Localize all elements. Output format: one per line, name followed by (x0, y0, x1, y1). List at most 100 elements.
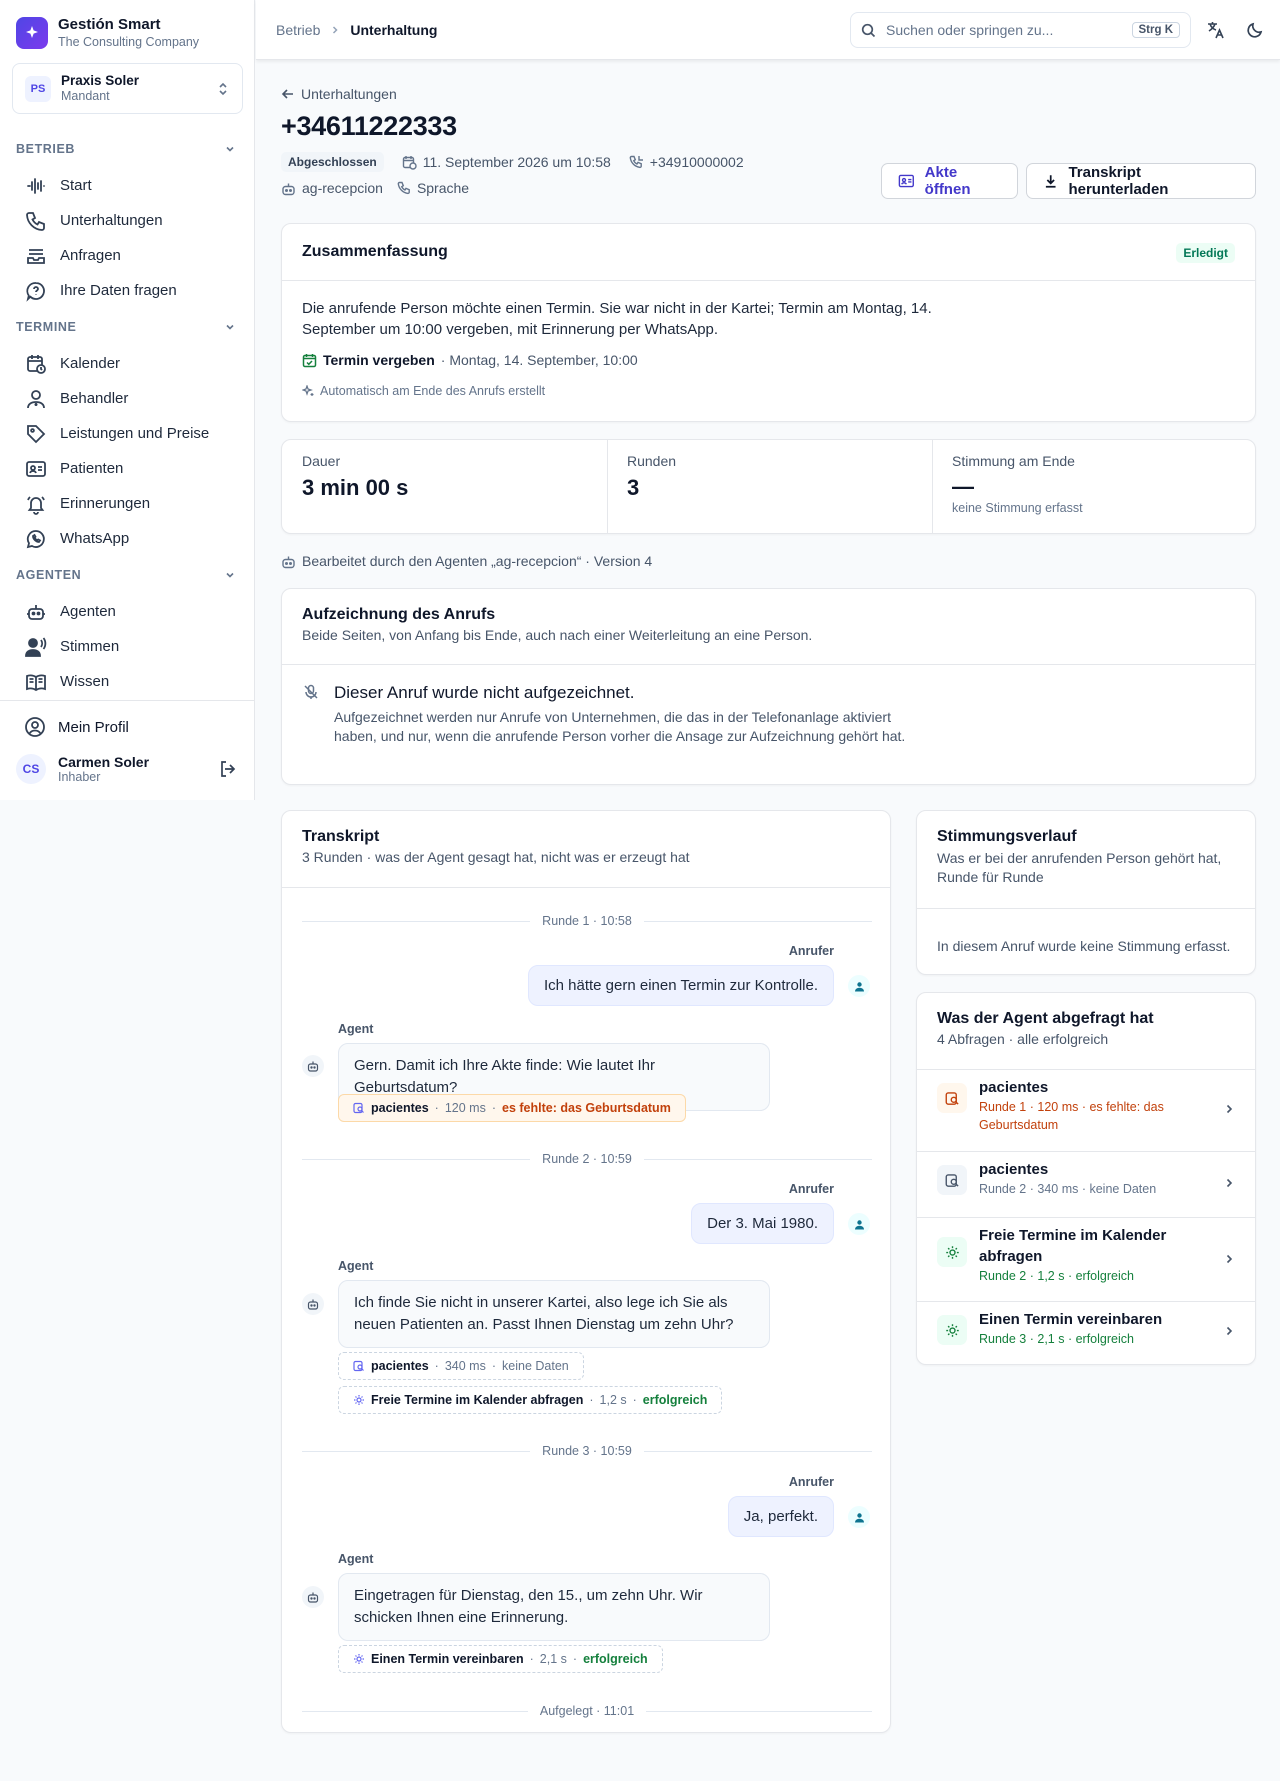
stats-card: Dauer 3 min 00 s Runden 3 Stimmung am En… (281, 439, 1256, 534)
stat-rounds: Runden 3 (627, 453, 676, 501)
search-input[interactable]: Suchen oder springen zu... Strg K (850, 12, 1191, 48)
breadcrumb-parent[interactable]: Betrieb (276, 22, 320, 38)
chevron-down-icon (226, 146, 234, 152)
agent-message: Eingetragen für Dienstag, den 15., um ze… (338, 1573, 770, 1641)
divider (917, 1301, 1255, 1302)
search-placeholder: Suchen oder springen zu... (886, 22, 1054, 38)
breadcrumb: Betrieb Unterhaltung (276, 22, 437, 38)
sidebar-item-label: Ihre Daten fragen (60, 282, 177, 299)
stat-label: Runden (627, 453, 677, 469)
recording-title: Aufzeichnung des Anrufs (302, 606, 496, 623)
recording-message: Dieser Anruf wurde nicht aufgezeichnet. (334, 683, 635, 702)
divider (282, 887, 890, 888)
sparkle-icon (302, 385, 314, 396)
tool-call-chip[interactable]: pacientes · 340 ms · keine Daten (338, 1352, 584, 1380)
tool-call-chip[interactable]: Einen Termin vereinbaren · 2,1 s · erfolgr… (338, 1645, 663, 1673)
sidebar-item-agenten[interactable]: Agenten (0, 594, 254, 629)
call-end-label: Aufgelegt · 11:01 (539, 1704, 635, 1718)
nav-section-label: BETRIEB (16, 142, 76, 156)
database-search-icon (937, 1083, 967, 1113)
query-item[interactable]: pacientes Runde 1 · 120 ms · es fehlte: … (917, 1077, 1255, 1157)
nav-section-agenten[interactable]: AGENTEN (0, 556, 254, 594)
summary-outcome: Termin vergeben · Montag, 14. September,… (302, 352, 638, 368)
queries-card: Was der Agent abgefragt hat 4 Abfragen ·… (916, 992, 1256, 1365)
nav-section-termine[interactable]: TERMINE (0, 308, 254, 346)
channel-label: Sprache (416, 180, 470, 196)
tool-time: 120 ms (444, 1101, 486, 1115)
id-card-icon (24, 457, 48, 481)
robot-icon (282, 183, 295, 195)
caller-avatar-icon (848, 975, 870, 997)
sidebar-item-wissen[interactable]: Wissen (0, 664, 254, 699)
phone-icon (24, 209, 48, 233)
download-transcript-button[interactable]: Transkript herunterladen (1026, 163, 1256, 199)
mood-subtitle: Was er bei der anrufenden Person gehört … (937, 850, 1222, 885)
recording-card: Aufzeichnung des Anrufs Beide Seiten, vo… (281, 588, 1256, 785)
sidebar-item-behandler[interactable]: Behandler (0, 381, 254, 416)
logout-icon[interactable] (218, 759, 238, 779)
chevron-down-icon (226, 324, 234, 330)
sidebar-item-whatsapp[interactable]: WhatsApp (0, 521, 254, 556)
bell-ringing-icon (24, 492, 48, 516)
transcript-card: Transkript 3 Runden · was der Agent gesa… (281, 810, 891, 1733)
transcript-subtitle: 3 Runden · was der Agent gesagt hat, nic… (302, 849, 690, 865)
user-role: Inhaber (58, 769, 101, 784)
sidebar-item-label: Start (60, 177, 92, 194)
sidebar-item-label: Patienten (60, 460, 124, 477)
chevron-right-icon (1226, 1326, 1233, 1336)
sidebar-item-stimmen[interactable]: Stimmen (0, 629, 254, 664)
page-title: +34611222333 (281, 111, 457, 141)
call-datetime: 11. September 2026 um 10:58 (422, 154, 611, 170)
chevron-right-icon (333, 25, 338, 34)
agent-avatar-icon (302, 1055, 324, 1077)
agent-label: Agent (338, 1259, 374, 1273)
sidebar-item-erinnerungen[interactable]: Erinnerungen (0, 486, 254, 521)
my-profile-link[interactable]: Mein Profil (0, 705, 254, 749)
tool-status: keine Daten (502, 1359, 569, 1373)
tool-call-chip[interactable]: pacientes · 120 ms · es fehlte: das Geburt… (338, 1094, 686, 1122)
stat-note: keine Stimmung erfasst (952, 501, 1083, 515)
sidebar-item-anfragen[interactable]: Anfragen (0, 238, 254, 273)
back-link[interactable]: Unterhaltungen (281, 86, 397, 102)
query-item[interactable]: Freie Termine im Kalender abfragen Runde… (917, 1225, 1255, 1301)
summary-card: Zusammenfassung Erledigt Die anrufende P… (281, 223, 1256, 422)
tenant-switcher[interactable]: PS Praxis Soler Mandant (12, 63, 243, 114)
sidebar-item-patienten[interactable]: Patienten (0, 451, 254, 486)
transcript-title: Transkript (302, 828, 380, 845)
caller-message: Der 3. Mai 1980. (691, 1203, 834, 1244)
sidebar-item-start[interactable]: Start (0, 168, 254, 203)
nav-section-label: TERMINE (16, 320, 77, 334)
sidebar-item-unterhaltungen[interactable]: Unterhaltungen (0, 203, 254, 238)
stat-mood: Stimmung am Ende — keine Stimmung erfass… (952, 453, 1083, 515)
whatsapp-icon (24, 527, 48, 551)
brand[interactable]: Gestión Smart The Consulting Company (0, 0, 254, 50)
robot-icon (24, 600, 48, 624)
translate-icon[interactable] (1204, 18, 1228, 42)
sidebar-item-label: Erinnerungen (60, 495, 151, 512)
chevron-up-down-icon (216, 81, 230, 97)
brand-subtitle: The Consulting Company (58, 35, 200, 49)
dark-mode-moon-icon[interactable] (1243, 18, 1267, 42)
phone-incoming-icon (629, 155, 643, 168)
open-file-button[interactable]: Akte öffnen (881, 163, 1018, 199)
tenant-avatar: PS (25, 75, 51, 102)
tenant-role: Mandant (61, 89, 110, 103)
sidebar: Gestión Smart The Consulting Company PS … (0, 0, 255, 800)
sidebar-item-daten-fragen[interactable]: Ihre Daten fragen (0, 273, 254, 308)
round-label: Runde 1 · 10:58 (542, 914, 632, 928)
tool-call-chip[interactable]: Freie Termine im Kalender abfragen · 1,2 … (338, 1386, 723, 1414)
question-bubble-icon (24, 279, 48, 303)
sidebar-item-label: Wissen (60, 673, 110, 690)
doctor-icon (24, 387, 48, 411)
topbar: Betrieb Unterhaltung Suchen oder springe… (256, 0, 1280, 60)
stat-value: — (952, 474, 974, 499)
sidebar-item-kalender[interactable]: Kalender (0, 346, 254, 381)
sidebar-item-leistungen[interactable]: Leistungen und Preise (0, 416, 254, 451)
query-item[interactable]: Einen Termin vereinbaren Runde 3 · 2,1 s… (917, 1309, 1255, 1365)
sidebar-item-label: WhatsApp (60, 530, 130, 547)
stat-duration: Dauer 3 min 00 s (302, 453, 408, 501)
tool-status: erfolgreich (642, 1393, 708, 1407)
query-item[interactable]: pacientes Runde 2 · 340 ms · keine Daten (917, 1159, 1255, 1225)
nav-section-betrieb[interactable]: BETRIEB (0, 130, 254, 168)
sidebar-item-label: Leistungen und Preise (60, 425, 210, 442)
